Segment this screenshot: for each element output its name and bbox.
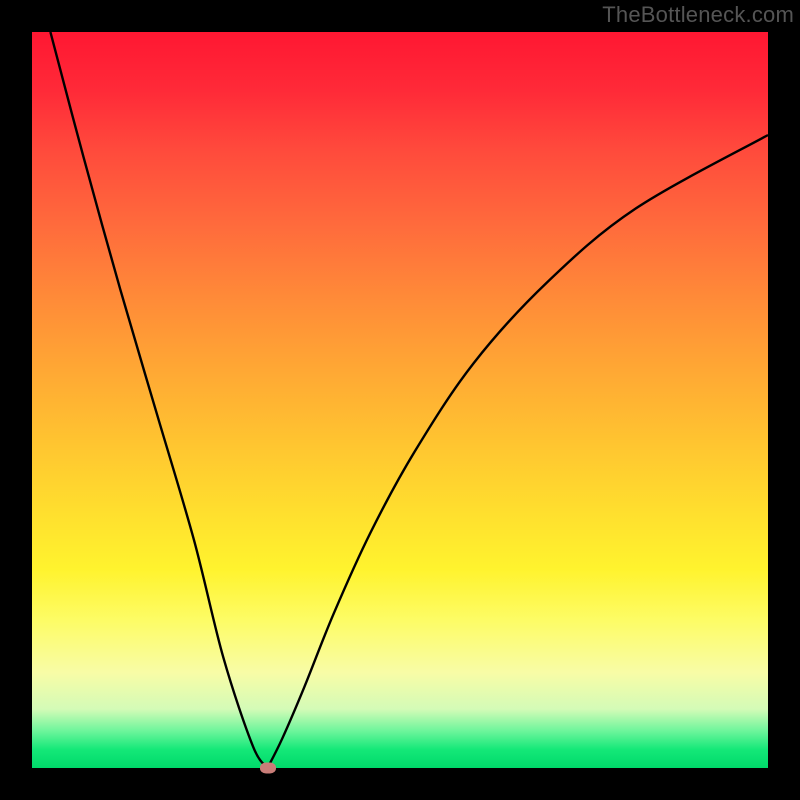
- min-point-marker: [260, 763, 276, 774]
- bottleneck-curve: [32, 32, 768, 768]
- chart-frame: TheBottleneck.com: [0, 0, 800, 800]
- curve-path: [50, 32, 768, 768]
- plot-area: [32, 32, 768, 768]
- watermark-text: TheBottleneck.com: [602, 2, 794, 28]
